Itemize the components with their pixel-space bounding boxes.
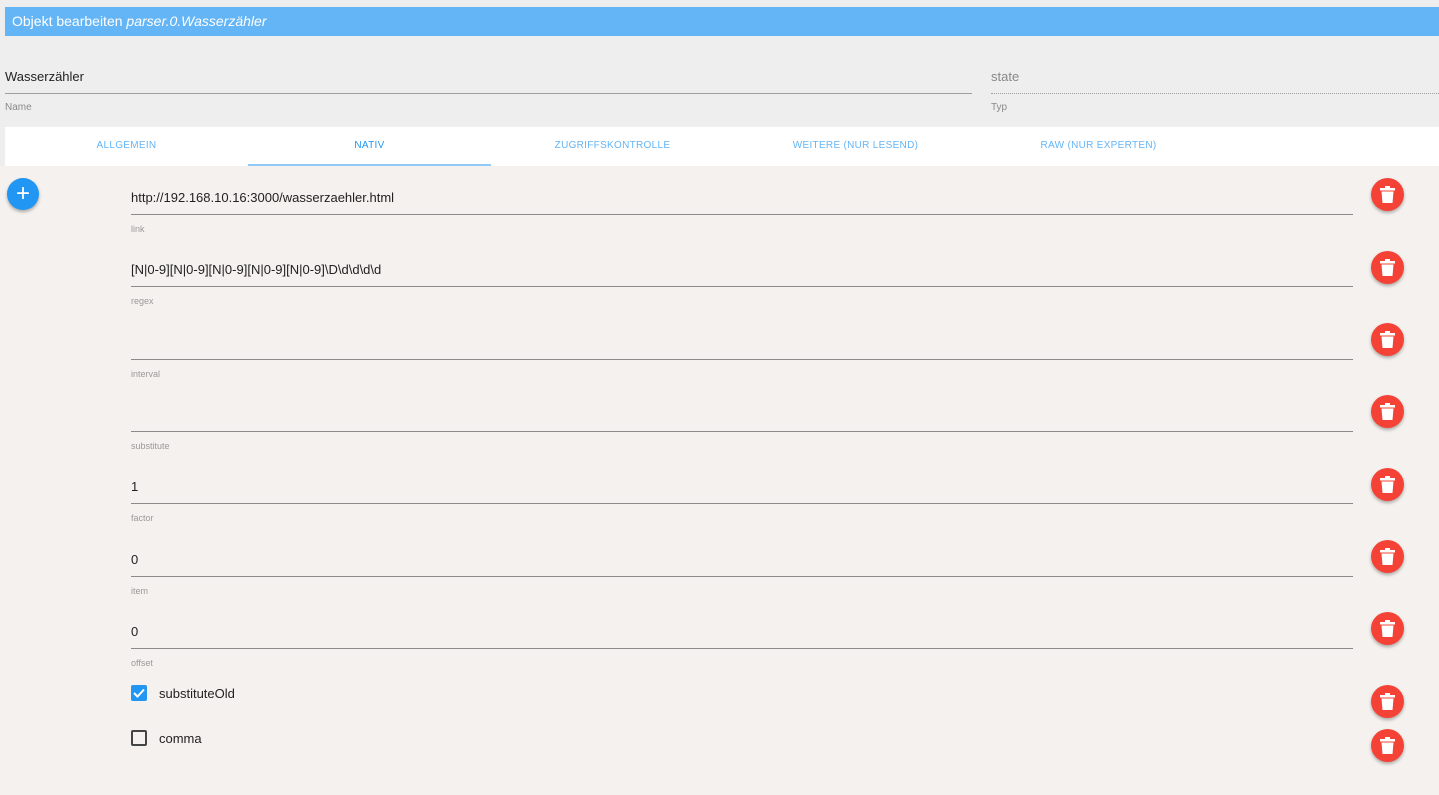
interval-input[interactable] [131,325,1353,360]
comma-checkbox[interactable] [131,730,147,746]
native-field-item: item [131,542,1353,596]
trash-icon [1380,403,1395,420]
substitute-label: substitute [131,441,170,451]
trash-icon [1380,620,1395,637]
substituteold-label: substituteOld [159,685,235,701]
dialog-title-prefix: Objekt bearbeiten [12,13,123,29]
trash-icon [1380,186,1395,203]
offset-input[interactable] [131,614,1353,649]
link-label: link [131,224,145,234]
trash-icon [1380,693,1395,710]
native-field-substituteold: substituteOld [131,685,235,701]
tab-nativ[interactable]: NATIV [248,127,491,166]
plus-icon: + [15,180,30,207]
delete-regex-button[interactable] [1371,251,1404,284]
factor-label: factor [131,513,154,523]
tab-raw[interactable]: RAW (NUR EXPERTEN) [977,127,1220,166]
delete-offset-button[interactable] [1371,612,1404,645]
delete-substituteold-button[interactable] [1371,685,1404,718]
item-label: item [131,586,149,596]
substitute-input[interactable] [131,397,1353,432]
type-input[interactable] [991,60,1439,94]
delete-item-button[interactable] [1371,540,1404,573]
native-field-comma: comma [131,730,202,746]
name-field-group: Name [5,60,972,113]
item-input[interactable] [131,542,1353,577]
name-input[interactable] [5,60,972,94]
comma-label: comma [159,730,202,746]
dialog-title-bar: Objekt bearbeiten parser.0.Wasserzähler [5,7,1439,36]
native-field-factor: factor [131,469,1353,523]
dialog-title-object-id: parser.0.Wasserzähler [126,13,267,29]
type-label: Typ [991,102,1008,113]
tab-weitere[interactable]: WEITERE (NUR LESEND) [734,127,977,166]
trash-icon [1380,737,1395,754]
delete-substitute-button[interactable] [1371,395,1404,428]
trash-icon [1380,259,1395,276]
name-label: Name [5,102,32,113]
trash-icon [1380,548,1395,565]
native-field-regex: regex [131,252,1353,306]
type-field-group: Typ [991,60,1439,113]
native-field-substitute: substitute [131,397,1353,451]
trash-icon [1380,331,1395,348]
regex-label: regex [131,296,154,306]
native-field-interval: interval [131,325,1353,379]
native-field-link: link [131,180,1353,234]
tab-bar: ALLGEMEIN NATIV ZUGRIFFSKONTROLLE WEITER… [5,127,1439,166]
interval-label: interval [131,369,161,379]
delete-comma-button[interactable] [1371,729,1404,762]
substituteold-checkbox[interactable] [131,685,147,701]
delete-interval-button[interactable] [1371,323,1404,356]
checkmark-icon [133,688,145,698]
delete-link-button[interactable] [1371,178,1404,211]
tab-zugriffskontrolle[interactable]: ZUGRIFFSKONTROLLE [491,127,734,166]
factor-input[interactable] [131,469,1353,504]
add-attribute-button[interactable]: + [7,178,39,210]
regex-input[interactable] [131,252,1353,287]
link-input[interactable] [131,180,1353,215]
trash-icon [1380,476,1395,493]
offset-label: offset [131,658,153,668]
tab-allgemein[interactable]: ALLGEMEIN [5,127,248,166]
delete-factor-button[interactable] [1371,468,1404,501]
native-field-offset: offset [131,614,1353,668]
